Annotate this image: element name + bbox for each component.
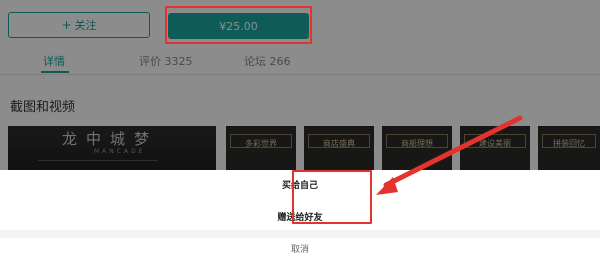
options-highlight-box <box>292 170 372 224</box>
cancel-button[interactable]: 取消 <box>0 242 600 255</box>
sheet-divider <box>0 230 600 238</box>
price-highlight-box <box>165 6 312 44</box>
